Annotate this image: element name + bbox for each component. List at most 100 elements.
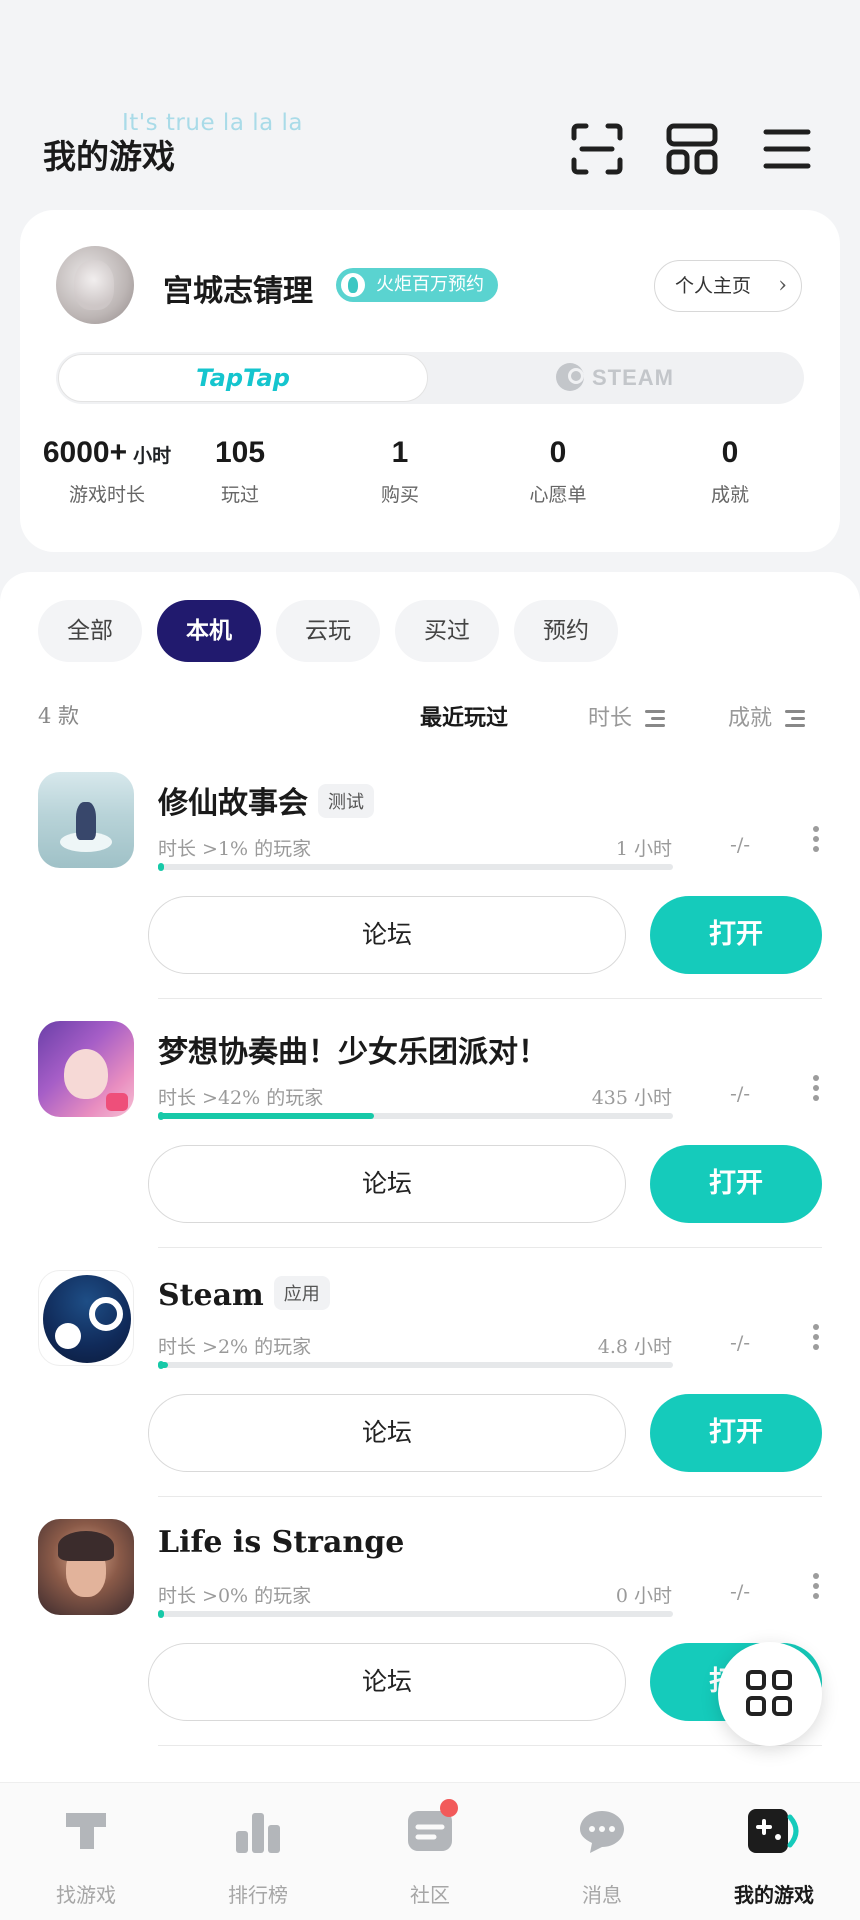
floating-grid-button[interactable] bbox=[718, 1642, 822, 1746]
page-title: 我的游戏 bbox=[43, 137, 175, 176]
game-icon-life-is-strange[interactable] bbox=[38, 1519, 134, 1615]
nav-my-games[interactable]: 我的游戏 bbox=[704, 1807, 844, 1908]
forum-button[interactable]: 论坛 bbox=[148, 1643, 626, 1721]
row-divider bbox=[158, 1745, 822, 1746]
steam-tab-label: STEAM bbox=[592, 365, 674, 390]
badge-label: 火炬百万预约 bbox=[376, 274, 484, 295]
sort-achievement[interactable]: 成就 bbox=[728, 700, 806, 732]
sort-duration[interactable]: 时长 bbox=[588, 700, 666, 732]
playtime-progress-bar bbox=[158, 1610, 673, 1618]
game-playtime: 435 小时 bbox=[591, 1087, 672, 1109]
stat-value: 0 bbox=[549, 436, 567, 469]
game-playtime: 1 小时 bbox=[615, 838, 672, 860]
open-button[interactable]: 打开 bbox=[650, 1145, 822, 1223]
avatar[interactable] bbox=[56, 246, 134, 324]
chip-all[interactable]: 全部 bbox=[38, 600, 142, 662]
game-achievements: -/- bbox=[730, 1332, 751, 1354]
open-button[interactable]: 打开 bbox=[650, 1394, 822, 1472]
nav-label: 找游戏 bbox=[56, 1883, 116, 1907]
game-percentile: 时长 >1% 的玩家 bbox=[158, 838, 312, 860]
nav-ranking[interactable]: 排行榜 bbox=[188, 1807, 328, 1908]
stat-label: 成就 bbox=[710, 484, 749, 506]
stat-label: 游戏时长 bbox=[68, 484, 145, 506]
game-percentile: 时长 >42% 的玩家 bbox=[158, 1087, 324, 1109]
game-name: Steam bbox=[158, 1278, 264, 1313]
taptap-icon bbox=[62, 1807, 110, 1855]
games-list-panel: 全部 本机 云玩 买过 预约 4 款 最近玩过 时长 成就 修仙故事会 测试 时长… bbox=[0, 572, 860, 1782]
game-name: 修仙故事会 bbox=[158, 786, 308, 821]
chip-cloud[interactable]: 云玩 bbox=[276, 600, 380, 662]
stat-play-time[interactable]: 6000+ 小时 游戏时长 bbox=[42, 436, 172, 507]
game-count: 4 款 bbox=[38, 704, 80, 728]
progress-fill bbox=[158, 1112, 375, 1120]
stats-row: 6000+ 小时 游戏时长 105 玩过 1 购买 0 心愿单 0 成就 bbox=[20, 436, 840, 526]
game-playtime: 0 小时 bbox=[615, 1585, 672, 1607]
game-icon-bandori[interactable] bbox=[38, 1021, 134, 1117]
forum-button[interactable]: 论坛 bbox=[148, 896, 626, 974]
home-button-label: 个人主页 bbox=[675, 275, 752, 297]
stat-value: 105 bbox=[214, 436, 266, 469]
nav-find-games[interactable]: 找游戏 bbox=[16, 1807, 156, 1908]
username: 宫城志锖理 bbox=[163, 274, 313, 309]
game-icon-steam[interactable] bbox=[38, 1270, 134, 1366]
stat-value: 0 bbox=[721, 436, 739, 469]
sort-icon bbox=[645, 709, 666, 727]
more-options-icon[interactable] bbox=[812, 1322, 820, 1352]
chip-local[interactable]: 本机 bbox=[157, 600, 261, 662]
reservation-badge[interactable]: 火炬百万预约 bbox=[336, 268, 498, 302]
nav-label: 排行榜 bbox=[228, 1883, 288, 1907]
more-options-icon[interactable] bbox=[812, 824, 820, 854]
stat-value: 6000+ bbox=[42, 436, 128, 469]
scan-icon[interactable] bbox=[570, 122, 624, 176]
row-divider bbox=[158, 1496, 822, 1497]
open-button[interactable]: 打开 bbox=[650, 896, 822, 974]
nav-label: 消息 bbox=[582, 1883, 622, 1907]
sort-achievement-label: 成就 bbox=[728, 706, 773, 731]
game-row[interactable]: 修仙故事会 测试 时长 >1% 的玩家 1 小时 -/- 论坛 打开 bbox=[0, 772, 860, 1022]
stat-value: 1 bbox=[391, 436, 409, 469]
nav-community[interactable]: 社区 bbox=[360, 1799, 500, 1908]
game-title: 修仙故事会 测试 bbox=[158, 778, 374, 822]
sort-icon bbox=[785, 709, 806, 727]
game-achievements: -/- bbox=[730, 1083, 751, 1105]
game-row[interactable]: Steam 应用 时长 >2% 的玩家 4.8 小时 -/- 论坛 打开 bbox=[0, 1270, 860, 1520]
platform-taptap-tab[interactable]: TapTap bbox=[58, 354, 428, 402]
profile-home-button[interactable]: 个人主页 › bbox=[654, 260, 802, 312]
game-row[interactable]: Life is Strange 时长 >0% 的玩家 0 小时 -/- 论坛 打… bbox=[0, 1519, 860, 1769]
stat-played[interactable]: 105 玩过 bbox=[190, 436, 290, 507]
nav-label: 我的游戏 bbox=[734, 1883, 814, 1907]
menu-icon[interactable] bbox=[760, 122, 814, 176]
stat-purchased[interactable]: 1 购买 bbox=[350, 436, 450, 507]
ranking-icon bbox=[234, 1807, 282, 1855]
stat-label: 玩过 bbox=[220, 484, 259, 506]
forum-button[interactable]: 论坛 bbox=[148, 1145, 626, 1223]
progress-fill bbox=[158, 863, 165, 871]
gamepad-icon bbox=[748, 1807, 799, 1855]
message-icon bbox=[578, 1807, 626, 1855]
game-percentile: 时长 >0% 的玩家 bbox=[158, 1585, 312, 1607]
game-achievements: -/- bbox=[730, 1581, 751, 1603]
platform-steam-tab[interactable]: STEAM bbox=[428, 354, 802, 402]
playtime-progress-bar bbox=[158, 1361, 673, 1369]
game-achievements: -/- bbox=[730, 834, 751, 856]
community-icon bbox=[406, 1799, 458, 1855]
more-options-icon[interactable] bbox=[812, 1073, 820, 1103]
grid-layout-icon[interactable] bbox=[665, 122, 719, 176]
stat-label: 购买 bbox=[380, 484, 419, 506]
game-icon-xiuxian[interactable] bbox=[38, 772, 134, 868]
game-row[interactable]: 梦想协奏曲！少女乐团派对！ 时长 >42% 的玩家 435 小时 -/- 论坛 … bbox=[0, 1021, 860, 1271]
stat-achievements[interactable]: 0 成就 bbox=[680, 436, 780, 507]
sort-recent[interactable]: 最近玩过 bbox=[420, 700, 508, 732]
notification-dot bbox=[440, 1799, 458, 1817]
game-tag: 测试 bbox=[318, 784, 374, 818]
chip-reserved[interactable]: 预约 bbox=[514, 600, 618, 662]
game-name: Life is Strange bbox=[158, 1525, 405, 1560]
forum-button[interactable]: 论坛 bbox=[148, 1394, 626, 1472]
platform-toggle: TapTap STEAM bbox=[56, 352, 804, 404]
game-tag: 应用 bbox=[273, 1276, 330, 1310]
profile-card: 宫城志锖理 火炬百万预约 个人主页 › TapTap STEAM 6000+ 小时… bbox=[20, 210, 840, 552]
stat-wishlist[interactable]: 0 心愿单 bbox=[508, 436, 608, 507]
chip-bought[interactable]: 买过 bbox=[395, 600, 499, 662]
nav-messages[interactable]: 消息 bbox=[532, 1807, 672, 1908]
more-options-icon[interactable] bbox=[812, 1571, 820, 1601]
